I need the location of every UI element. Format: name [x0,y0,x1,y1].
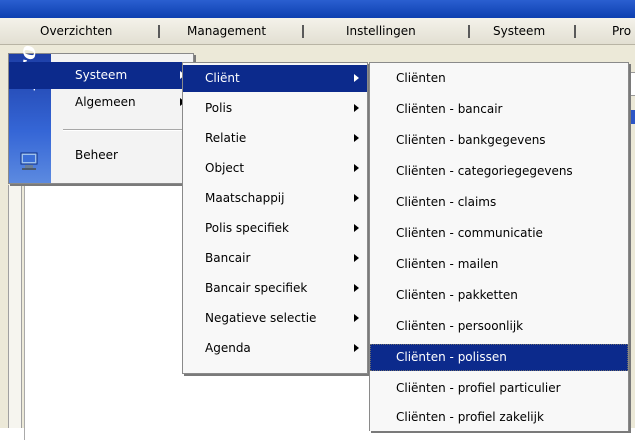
menu-item-beheer[interactable]: Beheer [9,142,193,169]
submenu-item-negatieve-selectie[interactable]: Negatieve selectie [183,305,367,332]
menu-divider [63,129,189,131]
submenu-item-clienten-mailen[interactable]: Cliënten - mailen [370,251,628,278]
window-titlebar [0,0,635,18]
submenu-item-clienten-categoriegegevens[interactable]: Cliënten - categoriegegevens [370,158,628,185]
submenu-item-relatie[interactable]: Relatie [183,125,367,152]
submenu-item-clienten-persoonlijk[interactable]: Cliënten - persoonlijk [370,313,628,340]
chevron-right-icon [354,194,359,202]
menu-management[interactable]: Management [187,23,266,39]
menubar-separator [468,25,470,38]
menu-overzichten[interactable]: Overzichten [40,23,112,39]
submenu-item-agenda[interactable]: Agenda [183,335,367,362]
submenu-item-clienten-bancair[interactable]: Cliënten - bancair [370,96,628,123]
submenu-item-polis[interactable]: Polis [183,95,367,122]
submenu-item-bancair-specifiek[interactable]: Bancair specifiek [183,275,367,302]
chevron-right-icon [354,74,359,82]
chevron-right-icon [354,254,359,262]
chevron-right-icon [354,164,359,172]
client-submenu: Cliënten Cliënten - bancair Cliënten - b… [369,62,629,431]
chevron-right-icon [354,104,359,112]
submenu-item-clienten-profiel-zakelijk[interactable]: Cliënten - profiel zakelijk [370,404,628,431]
submenu-item-maatschappij[interactable]: Maatschappij [183,185,367,212]
submenu-item-clienten-bankgegevens[interactable]: Cliënten - bankgegevens [370,127,628,154]
main-menubar: Overzichten Management Instellingen Syst… [0,18,635,45]
submenu-item-bancair[interactable]: Bancair [183,245,367,272]
chevron-right-icon [354,314,359,322]
chevron-right-icon [354,134,359,142]
submenu-item-client[interactable]: Cliënt [183,65,367,92]
menu-item-algemeen[interactable]: Algemeen [9,89,193,116]
menubar-separator [302,25,304,38]
chevron-right-icon [354,344,359,352]
submenu-item-clienten-communicatie[interactable]: Cliënten - communicatie [370,220,628,247]
submenu-item-clienten-claims[interactable]: Cliënten - claims [370,189,628,216]
menu-item-systeem[interactable]: Systeem [9,62,193,89]
menubar-separator [574,25,576,38]
submenu-item-clienten-polissen[interactable]: Cliënten - polissen [370,344,628,371]
submenu-item-clienten[interactable]: Cliënten [370,65,628,92]
menu-pro[interactable]: Pro [612,23,631,39]
submenu-item-object[interactable]: Object [183,155,367,182]
submenu-item-clienten-pakketten[interactable]: Cliënten - pakketten [370,282,628,309]
submenu-item-polis-specifiek[interactable]: Polis specifiek [183,215,367,242]
systeem-submenu: Cliënt Polis Relatie Object Maatschappij… [182,62,368,374]
pro-start-menu: Pro Systeem Algemeen Beheer [8,44,194,184]
menu-instellingen[interactable]: Instellingen [346,23,416,39]
left-panel-edge [8,185,22,428]
menubar-separator [158,25,160,38]
submenu-item-clienten-profiel-particulier[interactable]: Cliënten - profiel particulier [370,375,628,402]
chevron-right-icon [354,224,359,232]
menu-systeem[interactable]: Systeem [493,23,545,39]
chevron-right-icon [354,284,359,292]
